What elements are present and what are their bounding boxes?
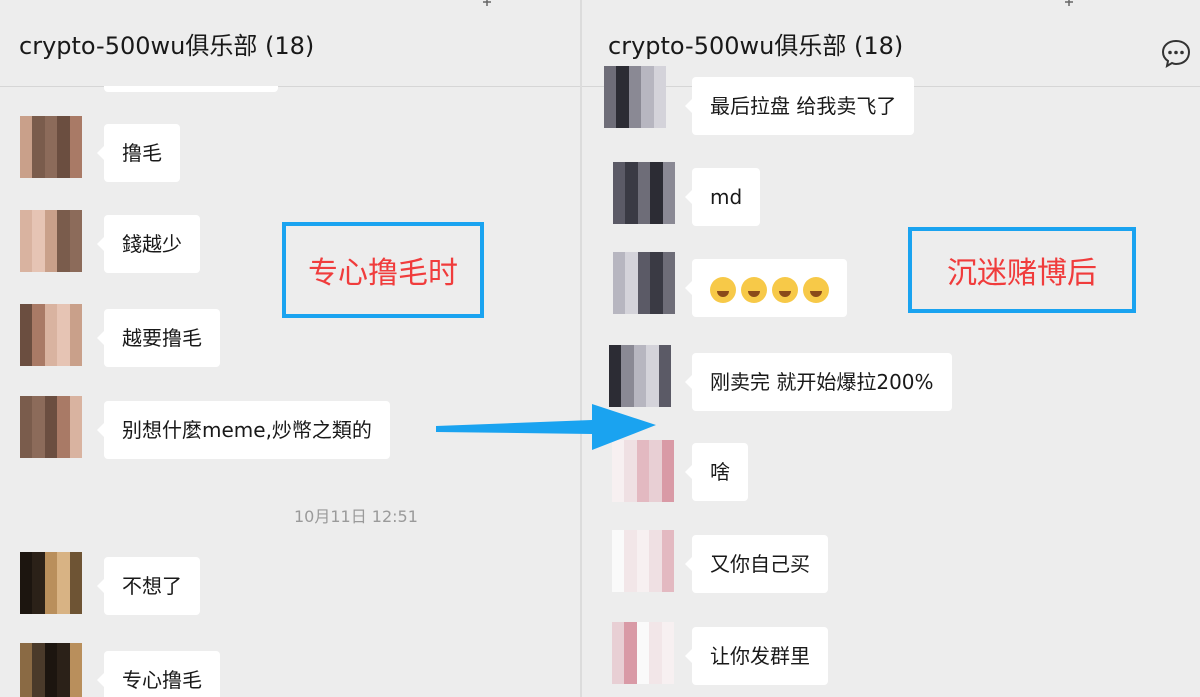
message-bubble[interactable]: 又你自己买 [685,535,828,593]
pin-icon[interactable] [1062,0,1076,6]
message-bubble[interactable]: 越要撸毛 [97,309,220,367]
group-title: crypto-500wu俱乐部 (18) [608,32,904,60]
avatar[interactable] [609,345,671,407]
crying-laughing-emoji [803,276,829,303]
avatar[interactable] [20,396,82,458]
avatar[interactable] [613,162,675,224]
avatar[interactable] [20,210,82,272]
avatar[interactable] [20,304,82,366]
avatar[interactable] [612,440,674,502]
message-bubble[interactable]: 别想什麼meme,炒幣之類的 [97,401,390,459]
crying-laughing-emoji [741,276,767,303]
message-bubble[interactable]: 让你发群里 [685,627,828,685]
pin-icon[interactable] [480,0,494,6]
group-title: crypto-500wu俱乐部 (18) [19,32,315,60]
avatar[interactable] [604,66,666,128]
avatar[interactable] [612,622,674,684]
message-bubble[interactable]: 錢越少 [97,215,200,273]
message-bubble[interactable]: 最后拉盘 给我卖飞了 [684,77,915,135]
message-bubble[interactable] [685,259,847,317]
message-bubble[interactable]: 不想了 [97,557,200,615]
chat-header: crypto-500wu俱乐部 (18) [0,0,580,87]
avatar[interactable] [20,116,82,178]
avatar[interactable] [20,643,82,697]
timestamp: 10月11日 12:51 [294,507,418,526]
chat-window-right: crypto-500wu俱乐部 (18) 最后拉盘 给我卖飞了 md 刚卖完 就… [582,0,1200,697]
chat-info-icon[interactable] [1160,37,1192,69]
avatar[interactable] [613,252,675,314]
avatar[interactable] [20,552,82,614]
crying-laughing-emoji [772,276,798,303]
message-bubble[interactable]: 撸毛 [97,124,180,182]
message-bubble[interactable]: 刚卖完 就开始爆拉200% [685,353,952,411]
chat-header: crypto-500wu俱乐部 (18) [582,0,1200,87]
avatar[interactable] [612,530,674,592]
message-bubble-partial [104,86,278,92]
chat-window-left: crypto-500wu俱乐部 (18) 撸毛 錢越少 越要撸毛 别想什麼mem… [0,0,580,697]
message-bubble[interactable]: md [684,168,761,226]
annotation-box: 沉迷赌博后 [908,227,1136,313]
annotation-box: 专心撸毛时 [282,222,484,318]
message-bubble[interactable]: 啥 [685,443,748,501]
crying-laughing-emoji [710,276,736,303]
message-bubble[interactable]: 专心撸毛 [97,651,220,697]
